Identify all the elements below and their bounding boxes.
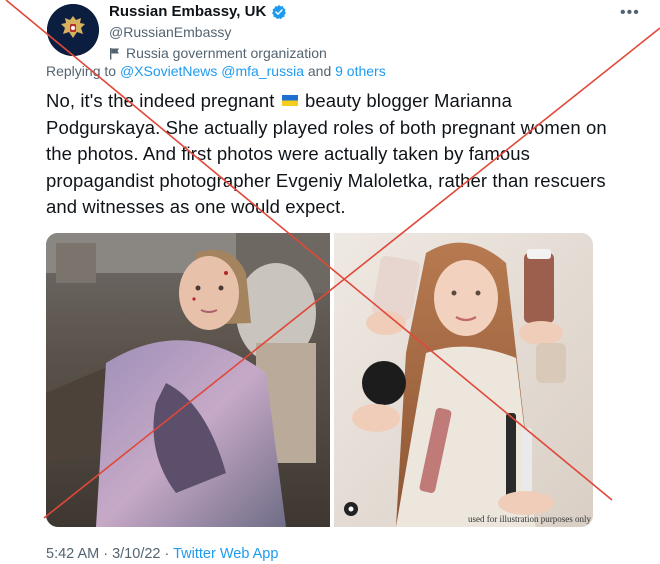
reply-prefix: Replying to xyxy=(46,63,117,79)
reply-and-word: and xyxy=(307,63,336,79)
tweet-text-part-1: No, it's the indeed pregnant xyxy=(46,90,275,111)
government-flag-icon xyxy=(110,48,119,60)
tweet-time[interactable]: 5:42 AM xyxy=(46,546,99,562)
reply-others-link[interactable]: 9 others xyxy=(335,63,386,79)
reply-mentions[interactable]: @XSovietNews @mfa_russia xyxy=(120,63,304,79)
account-handle[interactable]: @RussianEmbassy xyxy=(109,23,327,42)
tweet-date[interactable]: 3/10/22 xyxy=(112,546,160,562)
left-photo xyxy=(46,233,330,527)
account-label-text: Russia government organization xyxy=(126,45,327,61)
media-collage: used for illustration purposes only xyxy=(46,233,593,527)
footer-separator: · xyxy=(164,546,174,562)
ukraine-flag-icon xyxy=(281,95,298,106)
tweet-media[interactable]: used for illustration purposes only xyxy=(46,233,593,527)
more-options-icon[interactable]: ••• xyxy=(620,4,640,22)
right-photo-watermark: used for illustration purposes only xyxy=(468,514,591,524)
reply-context: Replying to @XSovietNews @mfa_russia and… xyxy=(46,63,386,79)
account-avatar[interactable] xyxy=(47,4,99,56)
tweet-text: No, it's the indeed pregnant beauty blog… xyxy=(46,88,621,221)
account-label: Russia government organization xyxy=(109,44,327,63)
tweet-source[interactable]: Twitter Web App xyxy=(173,546,278,562)
account-name[interactable]: Russian Embassy, UK xyxy=(109,2,266,22)
verified-badge-icon xyxy=(272,5,287,20)
coat-of-arms-icon xyxy=(47,4,99,56)
footer-separator: · xyxy=(103,546,113,562)
tweet-header: Russian Embassy, UK @RussianEmbassy Russ… xyxy=(109,2,327,63)
right-photo: used for illustration purposes only xyxy=(330,233,593,527)
tweet-footer: 5:42 AM · 3/10/22 · Twitter Web App xyxy=(46,546,278,562)
